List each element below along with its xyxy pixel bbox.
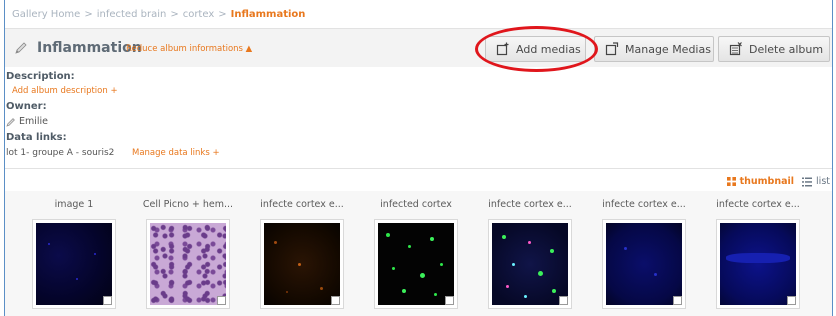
media-title[interactable]: infecte cortex e...: [587, 199, 701, 210]
reduce-album-info-link[interactable]: Reduce album informations ▲: [126, 44, 252, 54]
media-image: [492, 223, 568, 305]
delete-album-icon: [729, 42, 742, 56]
description-label: Description:: [6, 71, 75, 82]
add-album-description-link[interactable]: Add album description +: [12, 86, 118, 96]
media-card: infecte cortex e...: [245, 191, 359, 316]
media-select-checkbox[interactable]: [331, 296, 340, 305]
media-card: infected cortex: [359, 191, 473, 316]
add-medias-button[interactable]: Add medias: [485, 36, 586, 62]
media-title[interactable]: image 1: [17, 199, 131, 210]
manage-data-links-link[interactable]: Manage data links +: [132, 148, 220, 158]
media-card: infecte cortex e...: [473, 191, 587, 316]
view-toggle: thumbnail list: [726, 176, 830, 187]
media-image: [378, 223, 454, 305]
thumbnail-view-toggle[interactable]: thumbnail: [726, 176, 795, 187]
media-image: [36, 223, 112, 305]
breadcrumb-item-cortex[interactable]: cortex: [183, 9, 215, 20]
delete-album-label: Delete album: [749, 42, 824, 56]
media-image: [150, 223, 226, 305]
breadcrumb-item-infected-brain[interactable]: infected brain: [97, 9, 167, 20]
media-thumbnail[interactable]: [374, 219, 458, 309]
media-thumbnail[interactable]: [488, 219, 572, 309]
add-media-icon: [496, 42, 509, 56]
breadcrumb-separator: >: [84, 9, 93, 20]
breadcrumb-separator: >: [170, 9, 179, 20]
data-link-value[interactable]: lot 1- groupe A - souris2: [6, 148, 114, 158]
data-links-label: Data links:: [6, 132, 67, 143]
list-view-label: list: [816, 176, 830, 187]
media-thumbnail[interactable]: [260, 219, 344, 309]
add-medias-label: Add medias: [516, 42, 581, 56]
media-thumbnail[interactable]: [32, 219, 116, 309]
window-frame-right: [832, 0, 833, 316]
manage-medias-button[interactable]: Manage Medias: [594, 36, 714, 62]
media-title[interactable]: infecte cortex e...: [473, 199, 587, 210]
manage-medias-label: Manage Medias: [625, 42, 711, 56]
media-select-checkbox[interactable]: [673, 296, 682, 305]
media-thumbnail[interactable]: [146, 219, 230, 309]
media-title[interactable]: infecte cortex e...: [245, 199, 359, 210]
media-image: [720, 223, 796, 305]
grid-icon: [726, 177, 736, 186]
owner-label: Owner:: [6, 101, 47, 112]
media-card: infecte cortex e...: [701, 191, 815, 316]
media-card: Cell Picno + hem...: [131, 191, 245, 316]
owner-name: Emilie: [19, 116, 49, 127]
breadcrumb: Gallery Home > infected brain > cortex > Infla…: [12, 9, 305, 20]
media-select-checkbox[interactable]: [559, 296, 568, 305]
media-select-checkbox[interactable]: [787, 296, 796, 305]
media-title[interactable]: Cell Picno + hem...: [131, 199, 245, 210]
breadcrumb-separator: >: [218, 9, 227, 20]
thumbnail-view-label: thumbnail: [739, 176, 795, 187]
media-select-checkbox[interactable]: [103, 296, 112, 305]
delete-album-button[interactable]: Delete album: [718, 36, 830, 62]
breadcrumb-item-gallery-home[interactable]: Gallery Home: [12, 9, 80, 20]
media-thumbnail[interactable]: [602, 219, 686, 309]
list-icon: [802, 177, 813, 187]
breadcrumb-current: Inflammation: [230, 9, 306, 20]
media-thumbnail[interactable]: [716, 219, 800, 309]
media-image: [264, 223, 340, 305]
media-card: infecte cortex e...: [587, 191, 701, 316]
list-view-toggle[interactable]: list: [802, 176, 830, 187]
section-divider: [5, 168, 832, 169]
media-image: [606, 223, 682, 305]
media-select-checkbox[interactable]: [445, 296, 454, 305]
media-card: image 1: [17, 191, 131, 316]
media-title[interactable]: infecte cortex e...: [701, 199, 815, 210]
manage-media-icon: [605, 42, 619, 56]
edit-pencil-icon[interactable]: [14, 40, 28, 54]
media-select-checkbox[interactable]: [217, 296, 226, 305]
owner-row: Emilie: [6, 116, 48, 127]
media-title[interactable]: infected cortex: [359, 199, 473, 210]
edit-owner-icon[interactable]: [6, 117, 16, 127]
